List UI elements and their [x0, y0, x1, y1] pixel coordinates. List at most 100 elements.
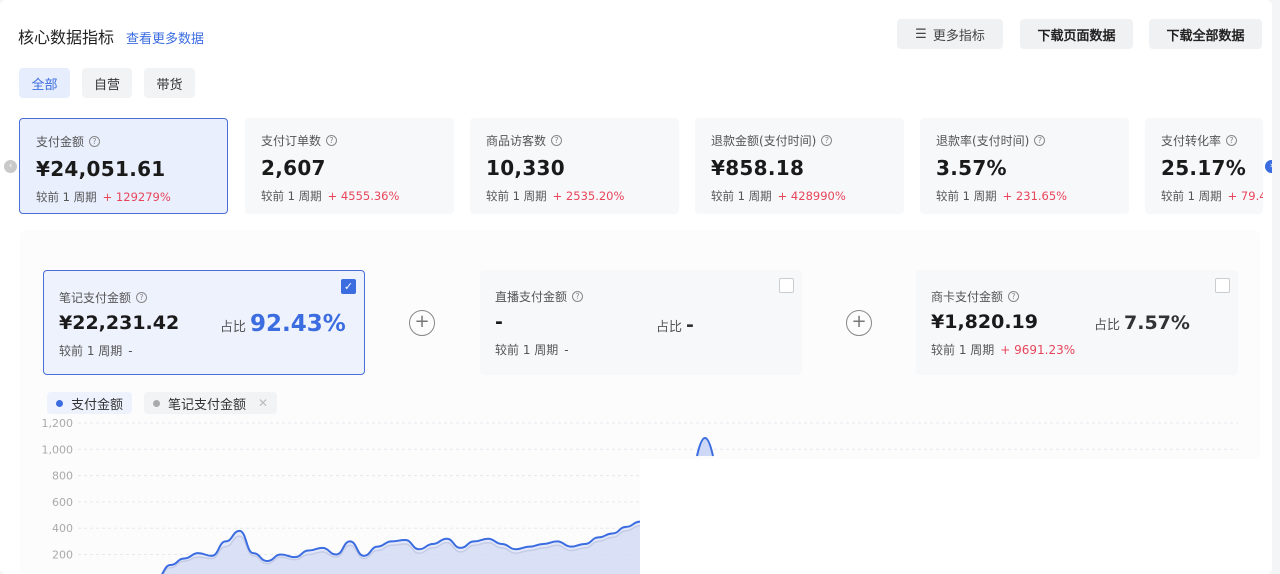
- series-area-payment: [162, 521, 640, 574]
- metric-card-product-visitors[interactable]: 商品访客数? 10,330 较前 1 周期 + 2535.20%: [470, 118, 679, 214]
- y-tick-label: 1,200: [42, 417, 74, 430]
- metric-compare: 较前 1 周期 + 79.4: [1161, 188, 1263, 204]
- breakdown-label-wrap: 笔记支付金额?: [59, 289, 349, 306]
- more-metrics-button[interactable]: ☰ 更多指标: [897, 19, 1003, 49]
- breakdown-value: ¥1,820.19: [931, 311, 1038, 333]
- scroll-right-arrow-icon[interactable]: ›: [1265, 160, 1272, 173]
- checkbox-unchecked-icon[interactable]: [779, 278, 794, 293]
- share-value: 7.57%: [1124, 312, 1190, 334]
- segment-affiliate[interactable]: 带货: [144, 68, 195, 98]
- metric-label-wrap: 支付转化率?: [1161, 132, 1247, 149]
- breakdown-share: 占比 7.57%: [1094, 312, 1190, 334]
- download-page-data-button[interactable]: 下载页面数据: [1020, 19, 1133, 49]
- compare-label: 较前 1 周期: [36, 190, 97, 204]
- metric-label-wrap: 退款金额(支付时间)?: [711, 132, 888, 149]
- compare-label: 较前 1 周期: [711, 189, 772, 203]
- metric-compare: 较前 1 周期 + 231.65%: [936, 188, 1113, 204]
- metric-card-refund-rate[interactable]: 退款率(支付时间)? 3.57% 较前 1 周期 + 231.65%: [920, 118, 1129, 214]
- breakdown-share: 占比 92.43%: [220, 311, 346, 337]
- metric-card-order-count[interactable]: 支付订单数? 2,607 较前 1 周期 + 4555.36%: [245, 118, 454, 214]
- metric-card-payment-amount[interactable]: 支付金额? ¥24,051.61 较前 1 周期 + 129279%: [19, 118, 228, 214]
- metric-label: 退款金额(支付时间): [711, 134, 817, 148]
- breakdown-label: 直播支付金额: [495, 290, 568, 304]
- breakdown-compare: 较前 1 周期 + 9691.23%: [931, 341, 1223, 358]
- metric-value: ¥858.18: [711, 156, 805, 180]
- checkbox-unchecked-icon[interactable]: [1215, 278, 1230, 293]
- help-icon[interactable]: ?: [89, 136, 101, 147]
- metric-compare: 较前 1 周期 + 428990%: [711, 188, 888, 204]
- y-tick-label: 600: [52, 496, 73, 509]
- metric-label: 商品访客数: [486, 134, 547, 148]
- metric-value: 10,330: [486, 156, 565, 180]
- metric-change: + 129279%: [102, 190, 171, 204]
- peak-fragment: [696, 437, 714, 457]
- breakdown-label: 商卡支付金额: [931, 290, 1004, 304]
- help-icon[interactable]: ?: [136, 292, 148, 303]
- metric-change: + 2535.20%: [552, 189, 625, 203]
- metric-card-conversion-rate[interactable]: 支付转化率? 25.17% 较前 1 周期 + 79.4: [1145, 118, 1263, 214]
- metric-compare: 较前 1 周期 + 129279%: [36, 189, 211, 205]
- y-tick-label: 400: [52, 522, 73, 535]
- share-label: 占比: [1094, 318, 1121, 333]
- plus-icon: +: [409, 310, 435, 336]
- download-all-data-button[interactable]: 下载全部数据: [1149, 19, 1262, 49]
- segment-all[interactable]: 全部: [19, 68, 70, 98]
- help-icon[interactable]: ?: [821, 135, 833, 146]
- help-icon[interactable]: ?: [1008, 291, 1020, 302]
- share-value: 92.43%: [250, 311, 346, 337]
- sliders-icon: ☰: [915, 26, 927, 42]
- metric-label-wrap: 支付订单数?: [261, 132, 438, 149]
- checkbox-checked-icon[interactable]: ✓: [341, 279, 356, 294]
- metric-label: 支付转化率: [1161, 134, 1222, 148]
- breakdown-value: ¥22,231.42: [59, 312, 180, 334]
- metric-value: ¥24,051.61: [36, 157, 166, 181]
- metric-compare: 较前 1 周期 + 4555.36%: [261, 188, 438, 204]
- section-title: 核心数据指标: [18, 28, 115, 47]
- compare-label: 较前 1 周期: [931, 343, 995, 357]
- breakdown-change: + 9691.23%: [1000, 343, 1076, 357]
- plus-icon: +: [846, 310, 872, 336]
- breakdown-card-live[interactable]: 直播支付金额? - 占比 - 较前 1 周期 -: [480, 270, 802, 375]
- help-icon[interactable]: ?: [1226, 135, 1238, 146]
- breakdown-change: -: [128, 344, 133, 358]
- help-icon[interactable]: ?: [572, 291, 584, 302]
- legend-dot-icon: [56, 399, 63, 407]
- help-icon[interactable]: ?: [1034, 135, 1046, 146]
- core-metrics-page: 核心数据指标 查看更多数据 ☰ 更多指标 下载页面数据 下载全部数据 全部 自营…: [0, 0, 1272, 574]
- close-icon[interactable]: ✕: [258, 396, 268, 410]
- metric-label: 支付订单数: [261, 134, 322, 148]
- breakdown-compare: 较前 1 周期 -: [495, 341, 787, 358]
- help-icon[interactable]: ?: [551, 135, 563, 146]
- help-icon[interactable]: ?: [326, 135, 338, 146]
- share-value: -: [686, 314, 694, 336]
- breakdown-label-wrap: 直播支付金额?: [495, 288, 787, 305]
- metric-label: 退款率(支付时间): [936, 134, 1030, 148]
- compare-label: 较前 1 周期: [1161, 189, 1222, 203]
- breakdown-row: -: [495, 311, 787, 333]
- metric-label-wrap: 商品访客数?: [486, 132, 663, 149]
- metric-compare: 较前 1 周期 + 2535.20%: [486, 188, 663, 204]
- compare-label: 较前 1 周期: [59, 344, 123, 358]
- breakdown-compare: 较前 1 周期 -: [59, 342, 349, 359]
- y-tick-label: 800: [52, 470, 73, 483]
- metric-change: + 4555.36%: [327, 189, 400, 203]
- metric-value: 25.17%: [1161, 156, 1247, 180]
- loading-overlay: [640, 459, 1272, 574]
- share-label: 占比: [220, 320, 247, 335]
- share-label: 占比: [656, 320, 683, 335]
- breakdown-value: -: [495, 311, 503, 333]
- section-header: 核心数据指标 查看更多数据: [18, 24, 204, 48]
- compare-label: 较前 1 周期: [936, 189, 997, 203]
- y-tick-label: 1,000: [42, 443, 74, 456]
- metric-label: 支付金额: [36, 135, 85, 149]
- metric-change: + 428990%: [777, 189, 846, 203]
- view-more-data-link[interactable]: 查看更多数据: [126, 28, 204, 47]
- y-axis-ticks: 1,200 1,000 800 600 400 200: [42, 417, 74, 562]
- breakdown-label-wrap: 商卡支付金额?: [931, 288, 1223, 305]
- breakdown-card-product-card[interactable]: 商卡支付金额? ¥1,820.19 占比 7.57% 较前 1 周期 + 9691.…: [916, 270, 1238, 375]
- metric-label-wrap: 支付金额?: [36, 133, 211, 150]
- segment-self-operated[interactable]: 自营: [82, 68, 132, 98]
- scroll-left-arrow-icon[interactable]: ‹: [4, 160, 17, 173]
- breakdown-card-notes[interactable]: ✓ 笔记支付金额? ¥22,231.42 占比 92.43% 较前 1 周期 -: [43, 270, 365, 375]
- metric-card-refund-amount[interactable]: 退款金额(支付时间)? ¥858.18 较前 1 周期 + 428990%: [695, 118, 904, 214]
